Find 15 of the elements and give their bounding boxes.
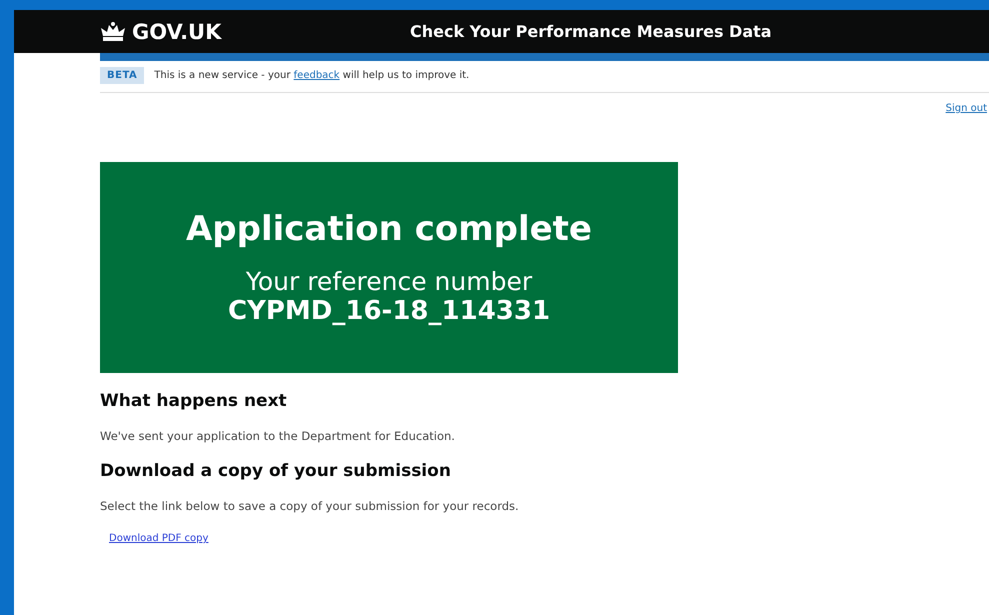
reference-label: Your reference number — [246, 267, 532, 296]
section-text: We've sent your application to the Department for Education. — [100, 429, 456, 443]
section-text: Select the link below to save a copy of your submission for your records. — [100, 499, 520, 513]
crown-icon — [100, 20, 126, 42]
phase-tag: BETA — [100, 67, 144, 84]
section-heading: Download a copy of your submission — [100, 461, 452, 481]
feedback-link[interactable]: feedback — [294, 70, 340, 81]
section-heading: What happens next — [100, 391, 288, 411]
gov-uk-logo[interactable]: GOV.UK — [132, 20, 222, 44]
phase-banner-text: This is a new service - your feedback will help us to improve it. — [154, 70, 470, 81]
sign-out-link[interactable]: Sign out — [946, 103, 987, 114]
service-name[interactable]: Check Your Performance Measures Data — [410, 22, 772, 41]
panel-title: Application complete — [186, 209, 592, 249]
download-link[interactable]: Download PDF copy — [109, 533, 208, 544]
reference-number: CYPMD_16-18_114331 — [228, 296, 550, 326]
